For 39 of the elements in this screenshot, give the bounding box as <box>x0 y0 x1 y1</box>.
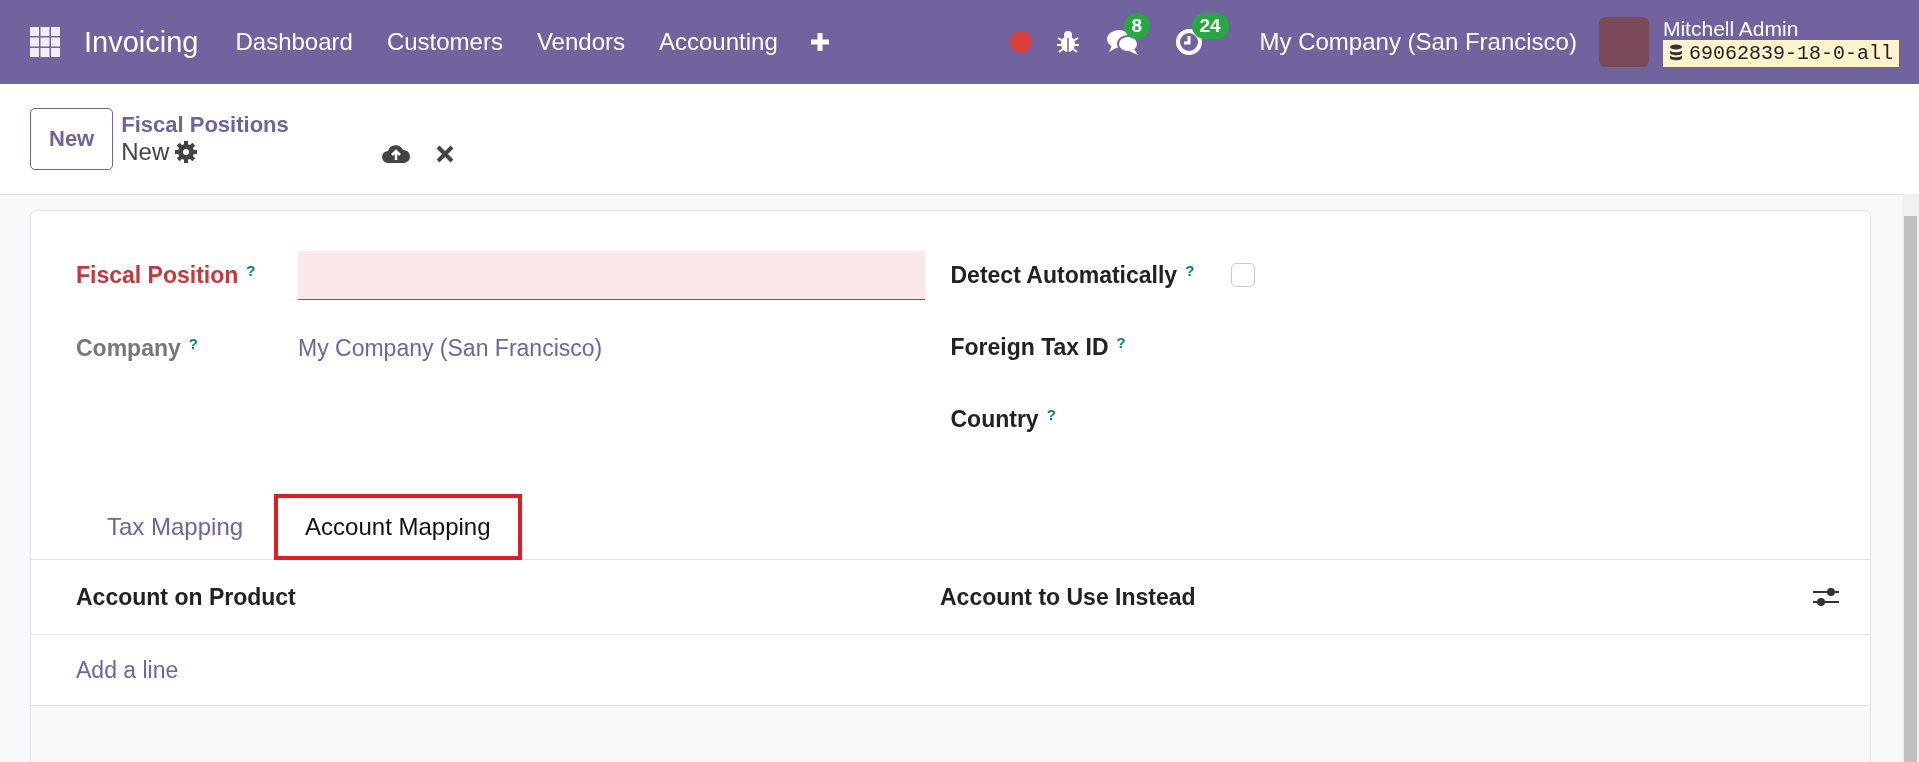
bug-icon[interactable] <box>1055 30 1080 54</box>
help-tooltip-mark[interactable]: ? <box>246 262 256 279</box>
text-field[interactable] <box>298 251 925 300</box>
apps-grid-icon[interactable] <box>30 27 60 57</box>
help-tooltip-mark[interactable]: ? <box>1116 333 1126 351</box>
gear-icon[interactable] <box>175 141 198 163</box>
new-button[interactable]: New <box>30 108 114 170</box>
field-label: Detect Automatically <box>950 261 1178 289</box>
field-label: Company <box>76 334 181 362</box>
tab[interactable]: Account Mapping <box>274 494 522 560</box>
user-name[interactable]: Mitchell Admin <box>1662 17 1799 40</box>
database-badge: 69062839-18-0-all <box>1662 39 1899 67</box>
column-header: Account on Product <box>76 583 297 611</box>
menu-item[interactable]: Customers <box>369 22 520 62</box>
scrollbar[interactable] <box>1902 194 1919 762</box>
tab[interactable]: Tax Mapping <box>76 494 275 560</box>
help-tooltip-mark[interactable]: ? <box>188 334 198 352</box>
app-name[interactable]: Invoicing <box>84 25 199 59</box>
field-label: Foreign Tax ID <box>950 333 1109 361</box>
menu-item[interactable]: Dashboard <box>218 22 370 62</box>
cloud-upload-icon[interactable] <box>380 143 411 165</box>
activity-count-badge: 24 <box>1191 13 1229 39</box>
field-label: Country <box>950 405 1039 433</box>
column-header: Account to Use Instead <box>940 583 1197 611</box>
help-tooltip-mark[interactable]: ? <box>1046 405 1056 423</box>
plus-icon[interactable] <box>808 31 831 53</box>
settings-sliders-icon[interactable] <box>1812 585 1840 609</box>
close-icon[interactable] <box>434 144 455 164</box>
checkbox[interactable] <box>1230 263 1255 287</box>
menu-item[interactable]: Vendors <box>519 22 642 62</box>
menu-item[interactable]: Accounting <box>642 22 795 62</box>
add-line-link[interactable]: Add a line <box>76 656 179 684</box>
help-tooltip-mark[interactable]: ? <box>1185 261 1195 279</box>
breadcrumb-link[interactable]: Fiscal Positions <box>121 112 289 138</box>
field-value[interactable]: My Company (San Francisco) <box>298 334 603 362</box>
message-count-badge: 8 <box>1123 13 1151 39</box>
company-switcher[interactable]: My Company (San Francisco) <box>1259 28 1577 56</box>
field-label: Fiscal Position <box>76 262 239 289</box>
record-name: New <box>121 138 170 166</box>
